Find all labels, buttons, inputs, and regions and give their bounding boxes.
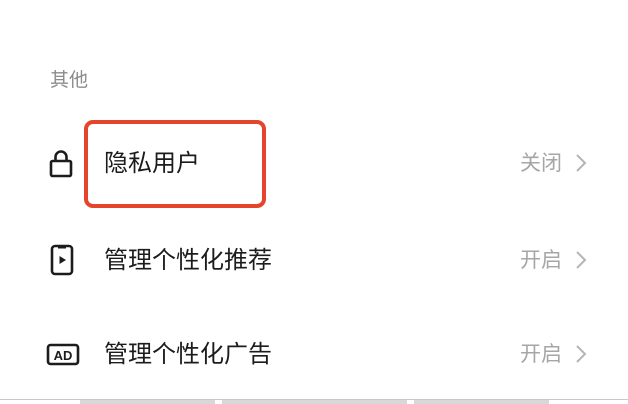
settings-row-status: 开启	[520, 342, 562, 366]
settings-row-label: 管理个性化推荐	[104, 246, 272, 274]
settings-row-label: 管理个性化广告	[104, 340, 272, 368]
chevron-right-icon	[574, 249, 588, 271]
section-header-other: 其他	[50, 69, 89, 91]
svg-text:AD: AD	[54, 348, 73, 363]
chevron-right-icon	[574, 343, 588, 365]
settings-row-status: 开启	[520, 248, 562, 272]
settings-row-personalized-ads[interactable]: AD 管理个性化广告 开启	[0, 324, 628, 384]
lock-icon	[46, 147, 78, 179]
bottom-bar-segment	[414, 400, 549, 404]
ad-icon: AD	[46, 338, 80, 370]
settings-row-status: 关闭	[520, 151, 562, 175]
bottom-bar-segment	[80, 400, 215, 404]
chevron-right-icon	[574, 152, 588, 174]
settings-row-private-user[interactable]: 隐私用户 关闭	[0, 133, 628, 193]
bottom-bar-segment	[222, 400, 407, 404]
settings-row-label: 隐私用户	[104, 149, 200, 177]
phone-play-icon	[46, 244, 78, 276]
settings-row-personalized-recommendation[interactable]: 管理个性化推荐 开启	[0, 230, 628, 290]
bottom-bar	[0, 400, 628, 404]
